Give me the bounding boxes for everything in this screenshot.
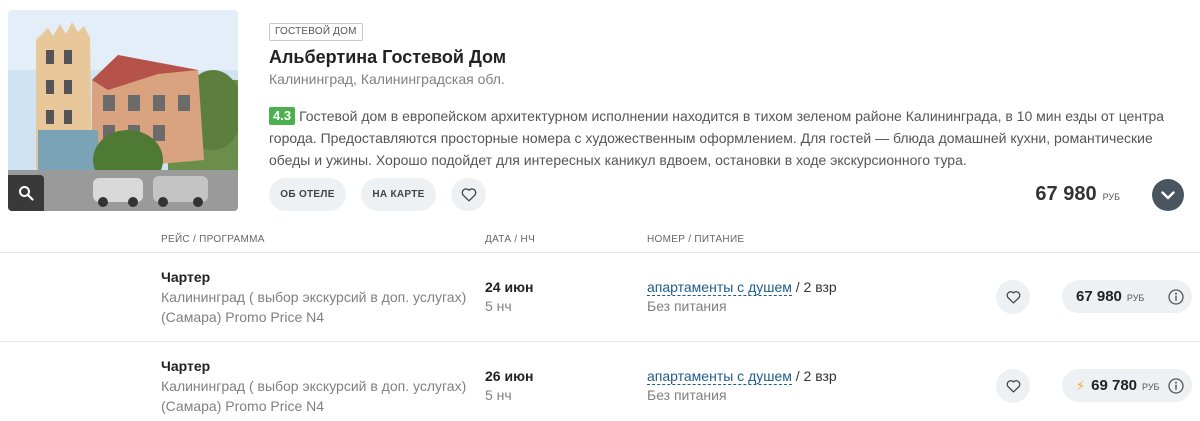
offer-favorite-button[interactable] [996,369,1030,403]
divider [0,252,1200,253]
offer-route-line: Калининград ( выбор экскурсий в доп. усл… [161,378,467,394]
info-icon[interactable] [1168,288,1184,305]
offer-nights: 5 нч [485,298,512,314]
offer-meal: Без питания [647,387,727,403]
offer-route-line: Калининград ( выбор экскурсий в доп. усл… [161,289,467,305]
offer-flight-type: Чартер [161,269,211,285]
heart-icon [1006,291,1020,304]
zoom-button[interactable] [8,175,44,211]
about-hotel-button[interactable]: ОБ ОТЕЛЕ [269,178,346,211]
column-header-room: НОМЕР / ПИТАНИЕ [647,234,745,245]
offer-price-button[interactable]: ⚡ 69 780 РУБ [1062,369,1192,402]
column-header-flight: РЕЙС / ПРОГРАММА [161,234,265,245]
on-map-button[interactable]: НА КАРТЕ [361,178,436,211]
room-occupancy: / 2 взр [795,368,837,384]
room-type-link[interactable]: апартаменты с душем [647,279,792,296]
offer-price-currency: РУБ [1142,381,1160,392]
hotel-description: 4.3 Гостевой дом в европейском архитектур… [269,105,1169,171]
offer-favorite-button[interactable] [996,280,1030,314]
offer-price-currency: РУБ [1126,292,1145,303]
rating-badge: 4.3 [269,107,296,125]
offer-route: Калининград ( выбор экскурсий в доп. усл… [161,376,481,416]
offer-date: 24 июн [485,279,534,295]
offer-price-amount: 67 980 [1076,288,1122,305]
favorite-button[interactable] [451,178,486,211]
hotel-price-amount: 67 980 [1035,183,1097,205]
column-header-date: ДАТА / НЧ [485,234,536,245]
chevron-down-icon [1161,190,1175,199]
info-icon[interactable] [1168,377,1184,394]
expand-offers-button[interactable] [1152,179,1184,211]
hotel-photo[interactable] [8,10,238,211]
hotel-location: Калининград, Калининградская обл. [269,71,505,87]
offer-date: 26 июн [485,368,534,384]
offer-route: Калининград ( выбор экскурсий в доп. усл… [161,287,481,327]
hotel-type-badge: ГОСТЕВОЙ ДОМ [269,23,363,41]
offer-nights: 5 нч [485,387,512,403]
heart-icon [1006,380,1020,393]
offer-price-button[interactable]: 67 980 РУБ [1062,280,1192,313]
heart-icon [461,188,476,202]
lightning-icon: ⚡ [1076,377,1086,393]
offer-flight-type: Чартер [161,358,211,374]
room-type-link[interactable]: апартаменты с душем [647,368,792,385]
room-occupancy: / 2 взр [795,279,837,295]
hotel-min-price: 67 980 РУБ [1035,183,1120,206]
hotel-price-currency: РУБ [1102,192,1120,202]
offer-price-amount: 69 780 [1091,377,1138,394]
divider [0,341,1200,342]
offer-route-line: (Самара) Promo Price N4 [161,309,325,325]
description-text: Гостевой дом в европейском архитектурном… [269,108,1165,168]
offer-room: апартаменты с душем / 2 взр [647,279,837,296]
offer-room: апартаменты с душем / 2 взр [647,368,837,385]
search-icon [19,186,34,201]
hotel-name[interactable]: Альбертина Гостевой Дом [269,47,506,68]
offer-route-line: (Самара) Promo Price N4 [161,398,325,414]
offer-meal: Без питания [647,298,727,314]
